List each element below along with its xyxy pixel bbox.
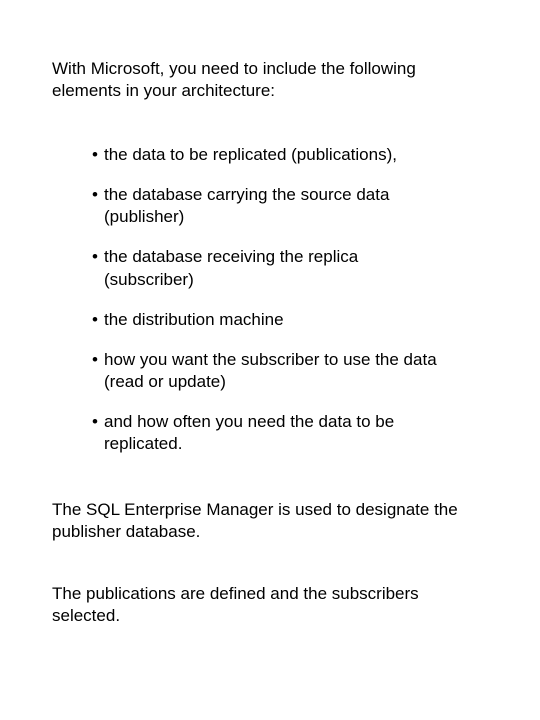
bullet-text: and how often you need the data to be re… bbox=[104, 411, 450, 455]
paragraph: The SQL Enterprise Manager is used to de… bbox=[52, 499, 460, 543]
bullet-text: the data to be replicated (publications)… bbox=[104, 144, 450, 166]
intro-paragraph: With Microsoft, you need to include the … bbox=[52, 58, 460, 102]
list-item: the database carrying the source data (p… bbox=[92, 184, 450, 228]
bullet-icon bbox=[92, 411, 104, 433]
bullet-icon bbox=[92, 349, 104, 371]
bullet-icon bbox=[92, 144, 104, 166]
bullet-icon bbox=[92, 184, 104, 206]
bullet-icon bbox=[92, 309, 104, 331]
bullet-text: the database carrying the source data (p… bbox=[104, 184, 450, 228]
list-item: the database receiving the replica (subs… bbox=[92, 246, 450, 290]
bullet-list: the data to be replicated (publications)… bbox=[52, 144, 460, 455]
paragraph: The publications are defined and the sub… bbox=[52, 583, 460, 627]
bullet-icon bbox=[92, 246, 104, 268]
list-item: the distribution machine bbox=[92, 309, 450, 331]
bullet-text: the database receiving the replica (subs… bbox=[104, 246, 450, 290]
bullet-text: the distribution machine bbox=[104, 309, 450, 331]
list-item: and how often you need the data to be re… bbox=[92, 411, 450, 455]
list-item: the data to be replicated (publications)… bbox=[92, 144, 450, 166]
list-item: how you want the subscriber to use the d… bbox=[92, 349, 450, 393]
bullet-text: how you want the subscriber to use the d… bbox=[104, 349, 450, 393]
